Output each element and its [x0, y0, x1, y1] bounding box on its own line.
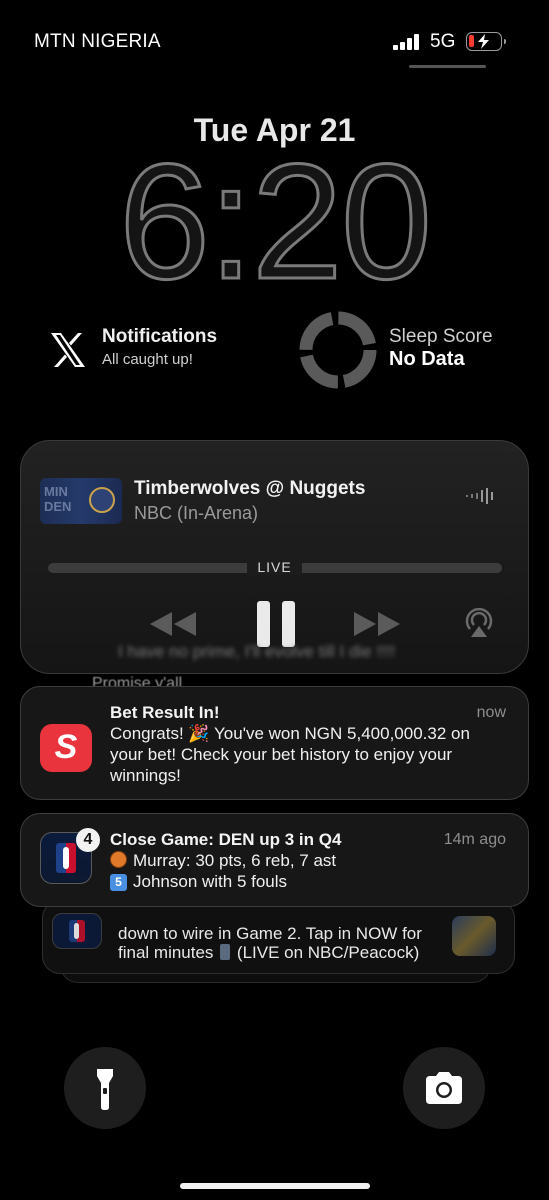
stacked-line-text: (LIVE on NBC/Peacock) — [236, 943, 420, 962]
sleep-widget-title[interactable]: Sleep Score — [389, 326, 493, 348]
media-artwork: MIN DEN — [40, 478, 122, 524]
sportybet-icon: S — [40, 724, 92, 772]
media-source: NBC (In-Arena) — [134, 503, 259, 523]
sleep-ring-icon[interactable] — [296, 308, 380, 392]
flashlight-button[interactable] — [64, 1047, 146, 1129]
background-text-line: I have no prime, I'll evolve till I die … — [118, 642, 396, 661]
camera-button[interactable] — [403, 1047, 485, 1129]
home-indicator[interactable] — [180, 1183, 370, 1189]
network-type: 5G — [430, 31, 456, 52]
notification-count-badge: 4 — [76, 828, 100, 852]
notification-time: 14m ago — [443, 831, 506, 848]
carrier-name: MTN NIGERIA — [34, 31, 161, 52]
control-center-indicator[interactable] — [409, 65, 486, 68]
nba-icon — [52, 913, 102, 949]
audio-waveform-icon — [466, 488, 493, 504]
notifications-widget-title[interactable]: Notifications — [102, 326, 217, 348]
signal-icon — [393, 34, 421, 50]
live-label: LIVE — [247, 559, 302, 575]
pause-icon[interactable] — [257, 601, 295, 647]
basketball-emoji-icon — [110, 851, 127, 868]
lock-time: 6:20 — [117, 130, 433, 313]
notification-line-text: Johnson with 5 fouls — [133, 872, 288, 891]
x-logo-icon[interactable] — [48, 330, 88, 370]
stacked-notification-line: final minutes (LIVE on NBC/Peacock) — [118, 943, 419, 963]
notification-title: Close Game: DEN up 3 in Q4 — [110, 830, 342, 849]
mobile-phone-emoji-icon — [220, 944, 231, 960]
notification-thumbnail — [452, 916, 496, 956]
keycap-number-icon: 5 — [110, 874, 127, 891]
camera-icon — [426, 1072, 462, 1104]
notification-body-line: Murray: 30 pts, 6 reb, 7 ast — [110, 850, 336, 871]
nuggets-logo-icon — [89, 487, 115, 513]
stacked-notification-line: down to wire in Game 2. Tap in NOW for — [118, 924, 422, 943]
airplay-icon[interactable] — [462, 605, 496, 639]
stacked-line-text: final minutes — [118, 943, 214, 962]
notification-body: Congrats! 🎉 You've won NGN 5,400,000.32 … — [110, 724, 470, 785]
notification-title: Bet Result In! — [110, 703, 220, 722]
live-indicator: LIVE — [0, 559, 549, 575]
artwork-text: MIN DEN — [44, 484, 72, 514]
flashlight-icon — [97, 1069, 113, 1110]
notification-body-line: 5 Johnson with 5 fouls — [110, 871, 287, 892]
notification-time: now — [476, 704, 506, 721]
sleep-widget-value: No Data — [389, 348, 465, 370]
rewind-icon[interactable] — [146, 609, 198, 639]
battery-icon — [466, 32, 506, 51]
media-title: Timberwolves @ Nuggets — [134, 478, 366, 499]
notification-line-text: Murray: 30 pts, 6 reb, 7 ast — [133, 851, 337, 870]
notifications-widget-subtitle: All caught up! — [102, 351, 193, 368]
fast-forward-icon[interactable] — [352, 609, 404, 639]
